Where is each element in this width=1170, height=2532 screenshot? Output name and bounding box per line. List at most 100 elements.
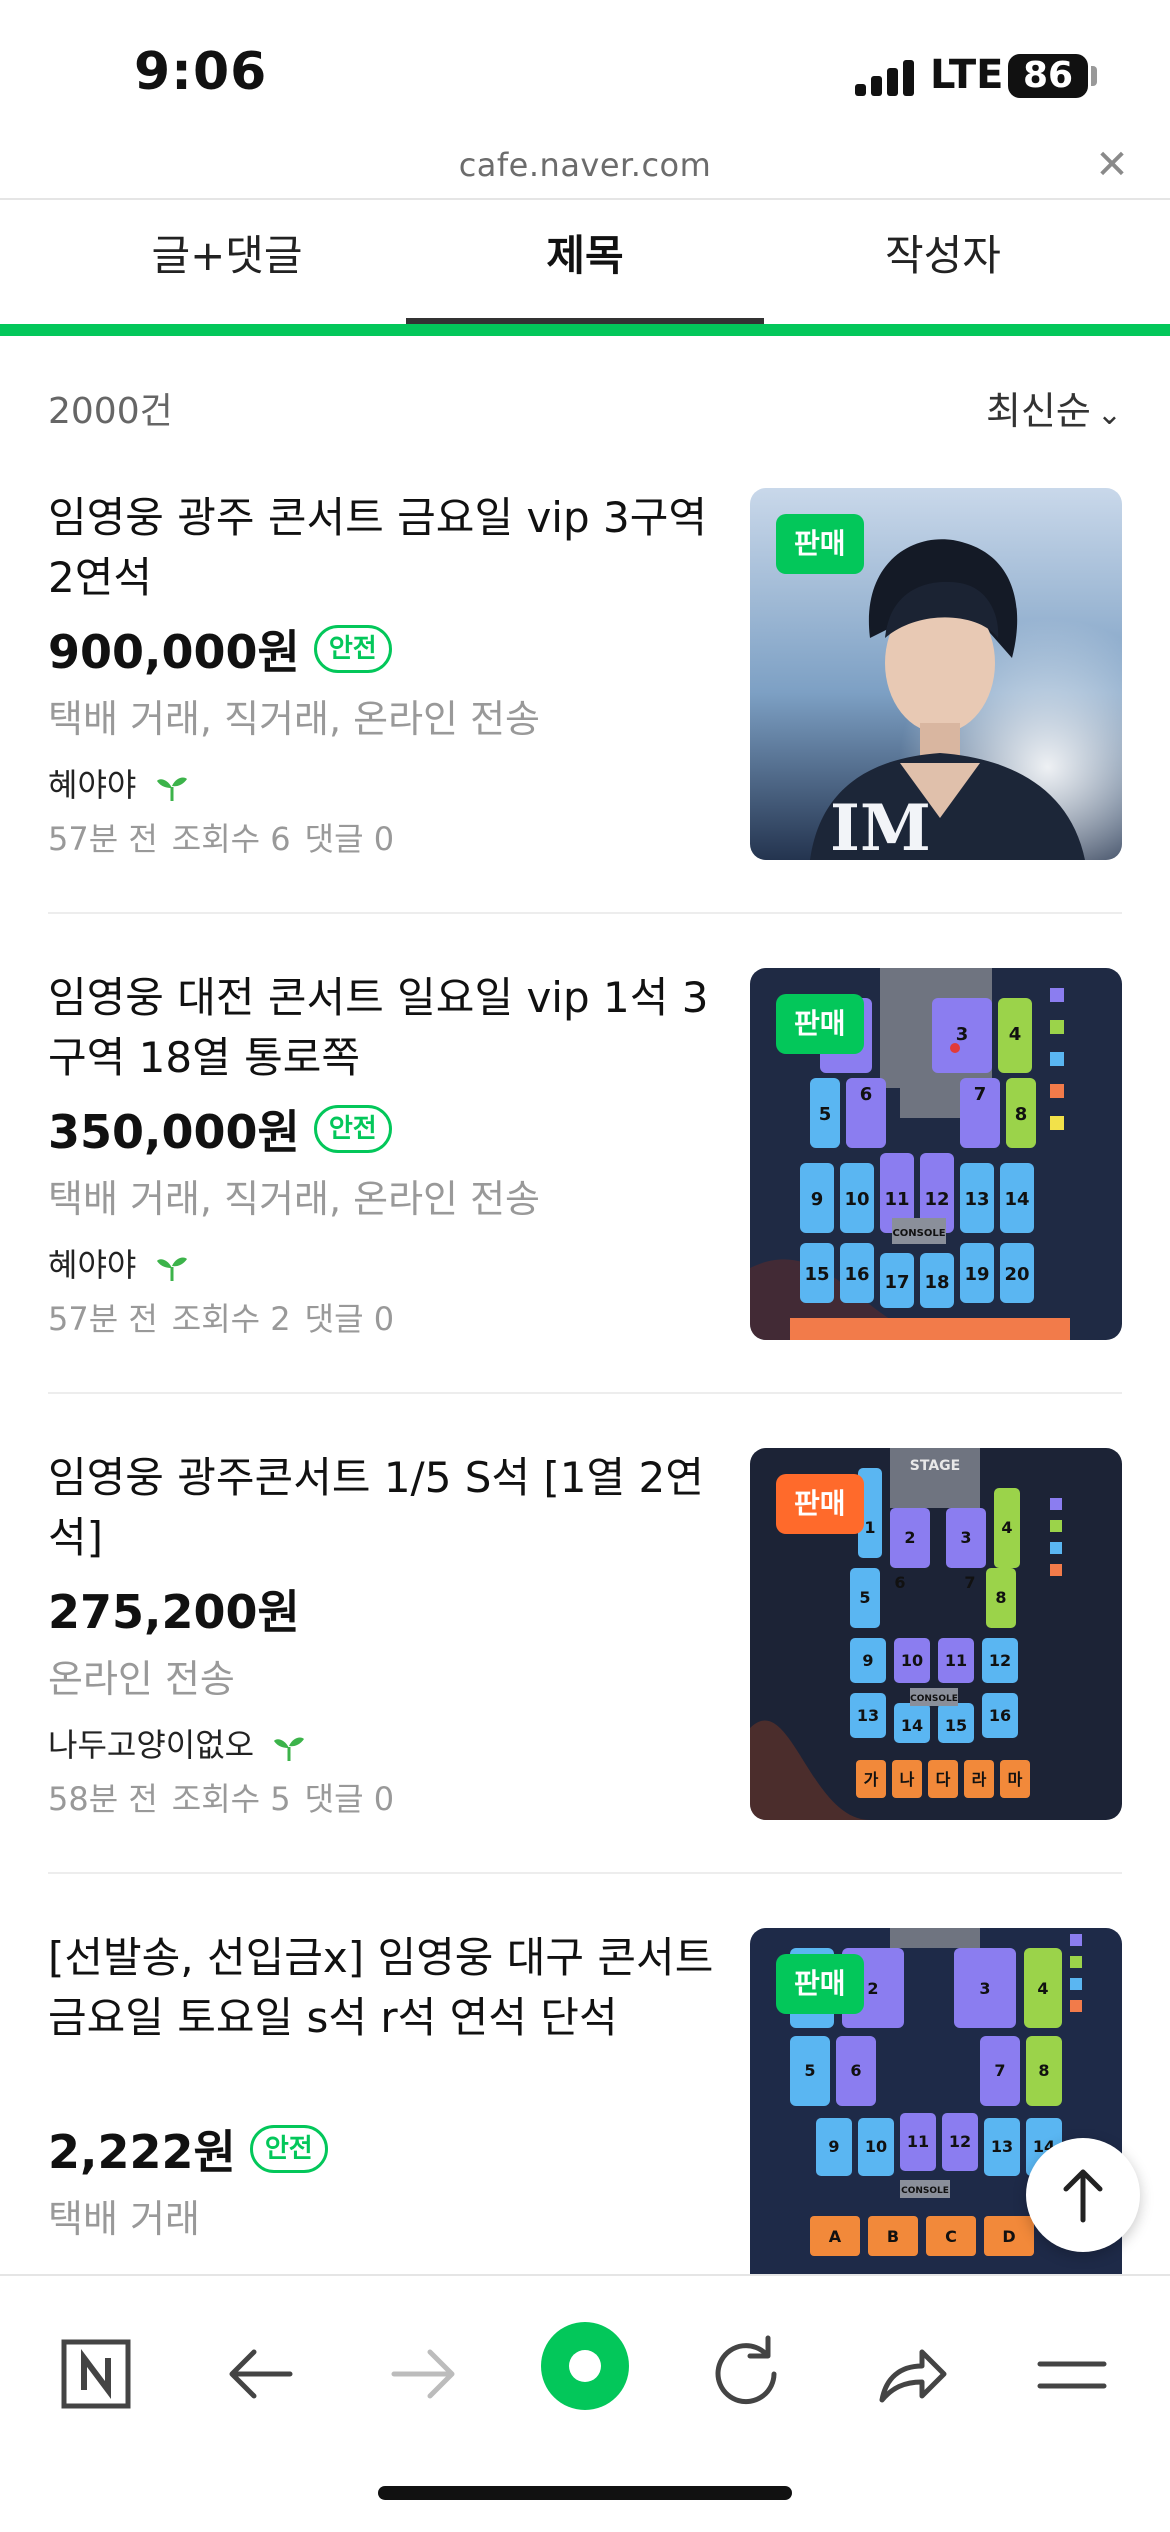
seat-label: 19 [964,1264,989,1285]
forward-arrow-icon[interactable] [374,2324,474,2424]
scroll-to-top-button[interactable] [1026,2138,1140,2252]
deal-type: 택배 거래 [48,2197,200,2241]
seat-label: 7 [994,2061,1005,2080]
seat-label: STAGE [910,1458,960,1474]
post-divider [48,1392,1122,1394]
post-item[interactable]: 임영웅 광주 콘서트 금요일 vip 3구역 2연석 900,000원 안전 택배… [48,488,1122,908]
green-dot-icon[interactable] [535,2316,635,2416]
share-icon[interactable] [860,2324,960,2424]
tab-author[interactable]: 작성자 [764,200,1122,326]
back-arrow-icon[interactable] [210,2324,310,2424]
seat-label: 4 [1009,1024,1022,1045]
seat-label: 3 [956,1024,969,1045]
seat-label: 8 [1038,2061,1049,2080]
post-price: 900,000원 [48,625,300,679]
post-title[interactable]: [선발송, 선입금x] 임영웅 대구 콘서트 금요일 토요일 s석 r석 연석 … [48,1928,718,2048]
seat-label: 6 [860,1084,873,1105]
seat-label: 15 [945,1716,967,1735]
menu-icon[interactable] [1022,2324,1122,2424]
sprout-icon [156,1257,187,1281]
seat-label: 6 [850,2061,861,2080]
price-row: 275,200원 [48,1576,300,1639]
seat-label: 18 [924,1272,949,1293]
seat-label: 3 [960,1528,971,1547]
price-row: 2,222원 안전 [48,2116,328,2179]
post-item[interactable]: 임영웅 광주콘서트 1/5 S석 [1열 2연석] 275,200원 온라인 전… [48,1448,1122,1868]
safe-badge: 안전 [249,2125,328,2173]
sale-badge: 판매 [776,514,864,574]
seat-label: 5 [859,1588,870,1607]
seat-label: 가 [864,1770,879,1789]
sprout-icon [274,1737,305,1761]
safe-badge: 안전 [313,1105,392,1153]
refresh-icon[interactable] [696,2324,796,2424]
post-time: 57분 전 [48,1300,158,1338]
seat-label: 11 [884,1189,909,1210]
deal-type: 택배 거래, 직거래, 온라인 전송 [48,697,540,741]
seat-label: 13 [857,1706,879,1725]
seat-label: 11 [907,2132,929,2151]
list-header: 2000건 최신순 ⌄ [0,370,1170,440]
svg-text:IM: IM [830,791,931,860]
naver-home-icon[interactable] [46,2324,146,2424]
seat-label: 4 [1001,1518,1012,1537]
arrow-up-icon [1063,2169,1103,2223]
url-domain[interactable]: cafe.naver.com [0,146,1170,184]
sort-label: 최신순 [985,389,1091,433]
seat-label: CONSOLE [892,1228,945,1239]
seat-label: 11 [945,1651,967,1670]
status-bar: 9:06 LTE 86 [0,0,1170,150]
seat-label: 9 [862,1651,873,1670]
seat-label: 16 [989,1706,1011,1725]
seat-label: 7 [964,1573,975,1592]
seat-label: 16 [844,1264,869,1285]
post-divider [48,1872,1122,1874]
post-title[interactable]: 임영웅 대전 콘서트 일요일 vip 1석 3구역 18열 통로쪽 [48,968,718,1088]
post-price: 275,200원 [48,1585,300,1639]
network-label: LTE [930,52,1004,98]
seat-label: 2 [867,1979,878,1998]
post-item[interactable]: 임영웅 대전 콘서트 일요일 vip 1석 3구역 18열 통로쪽 350,00… [48,968,1122,1388]
post-thumbnail[interactable]: 판매 [750,488,1122,860]
signal-icon [855,60,917,96]
author-label: 혜야야 [48,766,137,804]
seat-label: A [829,2227,842,2246]
url-bar[interactable]: cafe.naver.com ✕ [0,140,1170,198]
post-title[interactable]: 임영웅 광주콘서트 1/5 S석 [1열 2연석] [48,1448,718,1568]
sale-badge: 판매 [776,994,864,1054]
deal-type: 택배 거래, 직거래, 온라인 전송 [48,1177,540,1221]
tab-post-and-comment[interactable]: 글+댓글 [48,200,406,326]
sort-dropdown[interactable]: 최신순 ⌄ [986,380,1122,435]
post-thumbnail[interactable]: 판매 [750,1448,1122,1820]
seat-label: 7 [974,1084,987,1105]
post-time: 58분 전 [48,1780,158,1818]
seat-label: 20 [1004,1264,1029,1285]
seat-label: 10 [844,1189,869,1210]
safe-badge: 안전 [313,625,392,673]
tab-title[interactable]: 제목 [406,200,764,326]
deal-type: 온라인 전송 [48,1657,235,1701]
accent-line [0,324,1170,336]
close-icon[interactable]: ✕ [1092,140,1132,190]
author-name[interactable]: 나두고양이없오 [48,1720,306,1766]
post-views: 조회수 6 [171,820,291,858]
post-comments: 댓글 0 [304,1300,395,1338]
author-name[interactable]: 혜야야 [48,760,189,806]
search-tabs: 글+댓글 제목 작성자 [0,200,1170,330]
post-comments: 댓글 0 [304,820,395,858]
seat-label: 14 [1004,1189,1029,1210]
home-indicator[interactable] [378,2486,792,2500]
seat-label: 12 [989,1651,1011,1670]
seat-label: 8 [995,1588,1006,1607]
post-thumbnail[interactable]: 판매 [750,968,1122,1340]
screen: 9:06 LTE 86 cafe.naver.com ✕ 글+댓글 제목 작성자… [0,0,1170,2532]
seat-label: 10 [901,1651,923,1670]
price-row: 350,000원 안전 [48,1096,392,1159]
post-meta: 57분 전 조회수 2 댓글 0 [48,1294,408,1340]
seat-label: 8 [1015,1104,1028,1125]
author-label: 나두고양이없오 [48,1726,255,1764]
seat-label: 3 [979,1979,990,1998]
author-name[interactable]: 혜야야 [48,1240,189,1286]
post-time: 57분 전 [48,820,158,858]
post-title[interactable]: 임영웅 광주 콘서트 금요일 vip 3구역 2연석 [48,488,718,608]
